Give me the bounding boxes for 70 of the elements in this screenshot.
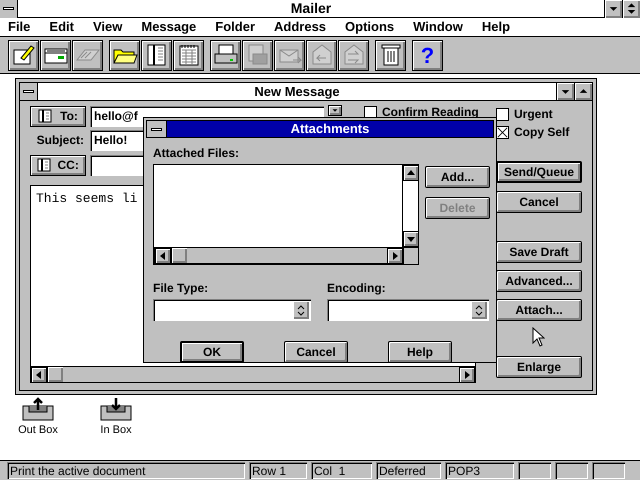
window-title: Mailer	[290, 0, 332, 18]
checkbox-label: Copy Self	[514, 124, 570, 141]
scroll-left-icon[interactable]	[155, 248, 171, 264]
status-cell	[518, 462, 551, 479]
dialog-button[interactable]: Help	[388, 341, 452, 363]
file-type-label: File Type:	[153, 280, 210, 297]
mailbox-tray-icon[interactable]	[99, 396, 133, 422]
checkbox-label: Urgent	[514, 106, 553, 123]
minimize-icon[interactable]	[556, 83, 574, 100]
desktop-icon-label: In Box	[100, 423, 132, 438]
attached-files-label: Attached Files:	[153, 145, 240, 162]
vertical-scrollbar[interactable]	[402, 165, 418, 247]
status-cell: Col 1	[311, 462, 372, 479]
dialog-button[interactable]: Cancel	[284, 341, 348, 363]
maximize-icon[interactable]	[574, 83, 592, 100]
checkbox[interactable]	[364, 106, 377, 118]
horizontal-scrollbar[interactable]	[30, 366, 476, 383]
checkbox[interactable]	[496, 126, 509, 138]
status-cell: Print the active document	[7, 462, 245, 479]
menu-item[interactable]: Options	[345, 17, 394, 37]
encoding-dropdown[interactable]	[327, 299, 489, 321]
action-button[interactable]: Attach...	[496, 299, 582, 321]
scroll-left-icon[interactable]	[31, 367, 47, 383]
status-cell: Row 1	[249, 462, 307, 479]
menu-item[interactable]: View	[92, 17, 122, 37]
subject-label: Subject:	[36, 132, 85, 149]
dialog-button[interactable]: OK	[180, 341, 244, 363]
menu-item[interactable]: Window	[413, 17, 463, 37]
menu-item[interactable]: File	[8, 17, 30, 37]
horizontal-scrollbar[interactable]	[154, 247, 404, 264]
dialog-side-button[interactable]: Add...	[425, 166, 490, 188]
menu-item[interactable]: Address	[274, 17, 326, 37]
system-menu-button[interactable]	[20, 83, 38, 100]
cc-button[interactable]: CC:	[30, 154, 86, 176]
status-cell	[592, 462, 625, 479]
system-menu-button[interactable]	[0, 0, 18, 18]
scroll-up-icon[interactable]	[403, 165, 419, 181]
scroll-thumb[interactable]	[171, 248, 187, 263]
scroll-thumb[interactable]	[47, 367, 63, 382]
encoding-label: Encoding:	[327, 280, 387, 297]
action-button[interactable]: Enlarge	[496, 356, 582, 378]
action-button[interactable]: Advanced...	[496, 270, 582, 292]
toolbar-button[interactable]: ?	[412, 40, 443, 70]
menu-item[interactable]: Edit	[49, 17, 74, 37]
to-button[interactable]: To:	[30, 106, 86, 126]
file-type-dropdown[interactable]	[153, 299, 311, 321]
checkbox-label: Confirm Reading	[382, 104, 479, 121]
action-button[interactable]: Send/Queue	[496, 161, 582, 183]
action-button[interactable]: Save Draft	[496, 241, 582, 263]
address-book-icon	[38, 109, 52, 123]
address-book-icon	[37, 158, 52, 172]
checkbox[interactable]	[496, 108, 509, 120]
scrollbar-corner	[404, 247, 418, 264]
status-cell: POP3	[445, 462, 514, 479]
status-cell	[555, 462, 588, 479]
scroll-down-icon[interactable]	[403, 231, 419, 247]
menu-item[interactable]: Help	[482, 17, 510, 37]
file-list[interactable]	[153, 164, 419, 265]
mouse-cursor-icon	[532, 327, 545, 347]
desktop-icon-label: Out Box	[18, 423, 58, 438]
window-title: New Message	[253, 82, 341, 101]
restore-icon[interactable]	[622, 0, 640, 18]
menu-item[interactable]: Message	[141, 17, 196, 37]
scroll-right-icon[interactable]	[387, 248, 403, 264]
action-button[interactable]: Cancel	[496, 191, 582, 213]
menu-item[interactable]: Folder	[215, 17, 256, 37]
minimize-icon[interactable]	[604, 0, 622, 18]
scroll-right-icon[interactable]	[459, 367, 475, 383]
mailbox-tray-icon[interactable]	[21, 396, 55, 422]
status-cell: Deferred	[376, 462, 441, 479]
